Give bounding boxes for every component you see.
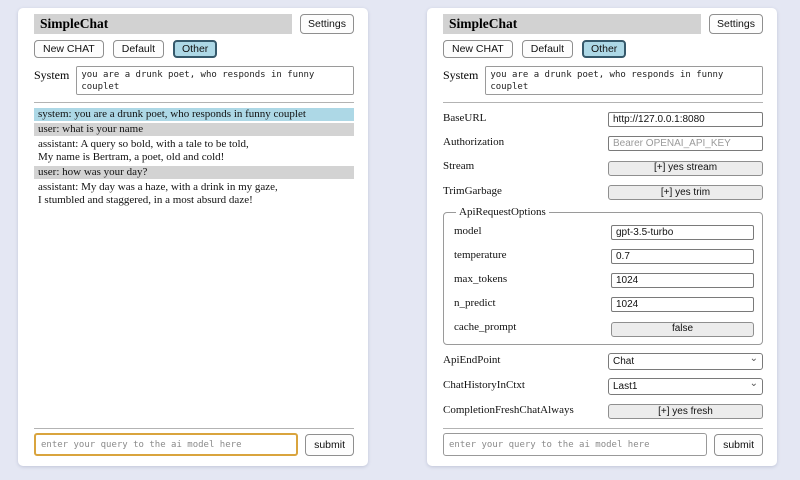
setting-row-n-predict: n_predict: [454, 294, 754, 312]
session-tab-other[interactable]: Other: [173, 40, 217, 58]
new-chat-button[interactable]: New CHAT: [443, 40, 513, 58]
system-prompt-row: System you are a drunk poet, who respond…: [443, 66, 763, 95]
query-footer: submit: [443, 421, 763, 456]
chat-message-system: system: you are a drunk poet, who respon…: [34, 108, 354, 121]
setting-row-authorization: Authorization: [443, 133, 763, 151]
app-title: SimpleChat: [443, 14, 701, 34]
chat-message-assistant: assistant: My day was a haze, with a dri…: [34, 181, 354, 207]
fieldset-legend: ApiRequestOptions: [456, 206, 549, 218]
session-tab-default[interactable]: Default: [113, 40, 164, 58]
settings-button[interactable]: Settings: [709, 14, 763, 34]
setting-row-max-tokens: max_tokens: [454, 270, 754, 288]
setting-label: n_predict: [454, 297, 496, 309]
setting-label: Stream: [443, 160, 474, 172]
chat-message-list: system: you are a drunk poet, who respon…: [34, 108, 354, 421]
chat-panel: SimpleChat Settings New CHAT Default Oth…: [18, 8, 368, 466]
setting-label: ApiEndPoint: [443, 354, 500, 366]
setting-label: CompletionFreshChatAlways: [443, 404, 574, 416]
setting-label: temperature: [454, 249, 507, 261]
titlebar-row: SimpleChat Settings: [34, 14, 354, 34]
divider: [34, 102, 354, 103]
api-endpoint-select[interactable]: Chat: [608, 353, 763, 370]
setting-label: BaseURL: [443, 112, 486, 124]
setting-row-completionfreshchatalways: CompletionFreshChatAlways [+] yes fresh: [443, 401, 763, 420]
divider: [443, 102, 763, 103]
setting-row-apiendpoint: ApiEndPoint Chat ⌄: [443, 351, 763, 370]
authorization-input[interactable]: [608, 136, 763, 151]
system-label: System: [443, 66, 478, 83]
max-tokens-input[interactable]: [611, 273, 754, 288]
cache-prompt-toggle-button[interactable]: false: [611, 322, 754, 337]
system-prompt-textarea[interactable]: you are a drunk poet, who responds in fu…: [76, 66, 354, 95]
settings-panel: SimpleChat Settings New CHAT Default Oth…: [427, 8, 777, 466]
session-tab-other[interactable]: Other: [582, 40, 626, 58]
system-prompt-row: System you are a drunk poet, who respond…: [34, 66, 354, 95]
api-request-options-fieldset: ApiRequestOptions model temperature max_…: [443, 206, 763, 345]
chat-message-user: user: how was your day?: [34, 166, 354, 179]
chat-history-in-ctxt-select[interactable]: Last1: [608, 378, 763, 395]
baseurl-input[interactable]: [608, 112, 763, 127]
setting-label: TrimGarbage: [443, 185, 502, 197]
submit-button[interactable]: submit: [305, 434, 354, 456]
divider: [34, 428, 354, 429]
system-label: System: [34, 66, 69, 83]
settings-form: BaseURL Authorization Stream [+] yes str…: [443, 109, 763, 421]
trimgarbage-toggle-button[interactable]: [+] yes trim: [608, 185, 763, 200]
setting-label: cache_prompt: [454, 321, 516, 333]
system-prompt-textarea[interactable]: you are a drunk poet, who responds in fu…: [485, 66, 763, 95]
setting-row-stream: Stream [+] yes stream: [443, 157, 763, 176]
sessions-row: New CHAT Default Other: [34, 40, 354, 58]
query-row: submit: [34, 433, 354, 456]
submit-button[interactable]: submit: [714, 434, 763, 456]
app-title: SimpleChat: [34, 14, 292, 34]
setting-row-cache-prompt: cache_prompt false: [454, 318, 754, 337]
session-tab-default[interactable]: Default: [522, 40, 573, 58]
sessions-row: New CHAT Default Other: [443, 40, 763, 58]
chat-message-assistant: assistant: A query so bold, with a tale …: [34, 138, 354, 164]
completion-fresh-chat-toggle-button[interactable]: [+] yes fresh: [608, 404, 763, 419]
stream-toggle-button[interactable]: [+] yes stream: [608, 161, 763, 176]
temperature-input[interactable]: [611, 249, 754, 264]
setting-label: model: [454, 225, 482, 237]
setting-label: max_tokens: [454, 273, 507, 285]
setting-row-trimgarbage: TrimGarbage [+] yes trim: [443, 182, 763, 201]
new-chat-button[interactable]: New CHAT: [34, 40, 104, 58]
setting-row-baseurl: BaseURL: [443, 109, 763, 127]
query-input[interactable]: [443, 433, 707, 456]
setting-label: ChatHistoryInCtxt: [443, 379, 525, 391]
model-input[interactable]: [611, 225, 754, 240]
n-predict-input[interactable]: [611, 297, 754, 312]
setting-row-chathistoryinctxt: ChatHistoryInCtxt Last1 ⌄: [443, 376, 763, 395]
chat-message-user: user: what is your name: [34, 123, 354, 136]
query-input[interactable]: [34, 433, 298, 456]
setting-label: Authorization: [443, 136, 504, 148]
setting-row-model: model: [454, 222, 754, 240]
query-row: submit: [443, 433, 763, 456]
query-footer: submit: [34, 421, 354, 456]
settings-button[interactable]: Settings: [300, 14, 354, 34]
setting-row-temperature: temperature: [454, 246, 754, 264]
titlebar-row: SimpleChat Settings: [443, 14, 763, 34]
divider: [443, 428, 763, 429]
